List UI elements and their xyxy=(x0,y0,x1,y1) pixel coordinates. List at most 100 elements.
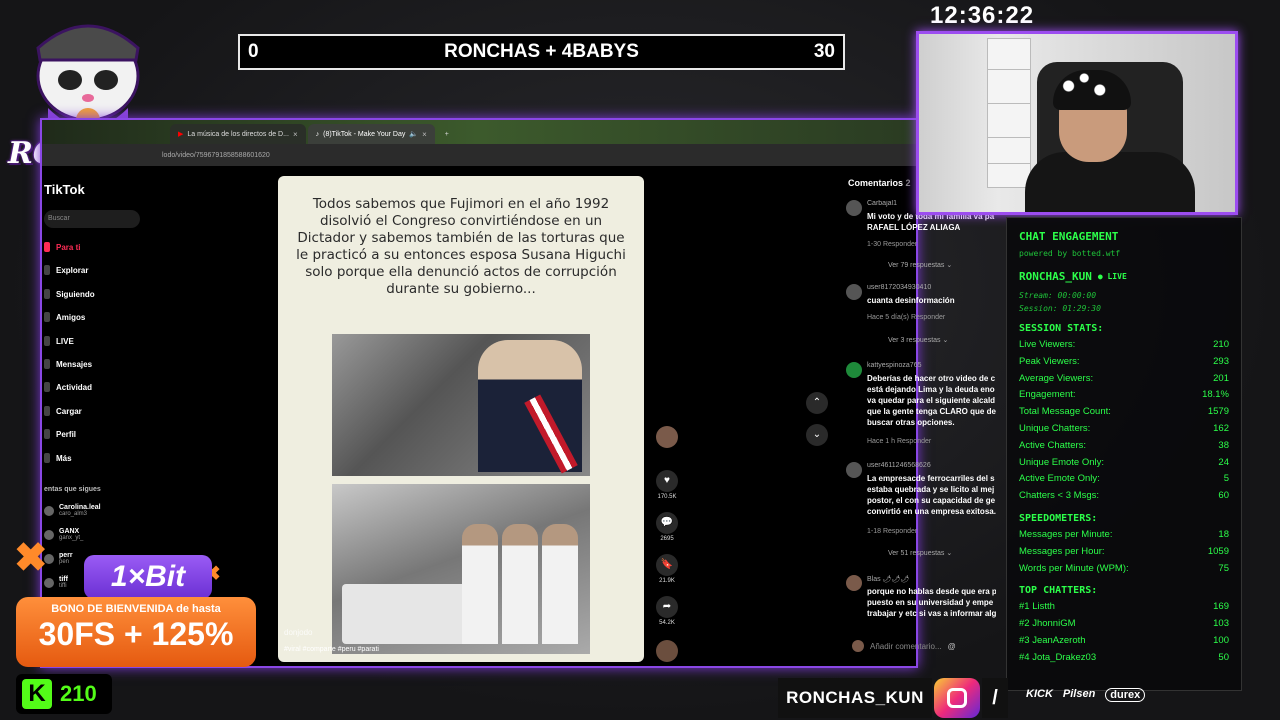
nav-amigos[interactable]: Amigos xyxy=(44,312,85,322)
nav-explorar[interactable]: Explorar xyxy=(44,265,88,275)
tab-label: La música de los directos de D... xyxy=(187,130,289,138)
following-item[interactable]: Carolina.leal caro_alm3 xyxy=(44,504,101,517)
nav-mas[interactable]: Más xyxy=(44,453,72,463)
share-button[interactable]: ➦ 54.2K xyxy=(654,596,680,626)
stat-value: 50 xyxy=(1218,651,1229,663)
video-username[interactable]: donjodo xyxy=(284,628,312,637)
pilsen-logo: Pilsen xyxy=(1062,688,1096,700)
stat-label: Unique Chatters: xyxy=(1019,422,1091,434)
creator-avatar[interactable] xyxy=(654,426,680,448)
photo-person xyxy=(462,524,498,644)
avatar xyxy=(852,640,864,652)
x-decoration-icon: ✖ xyxy=(14,536,48,580)
address-bar[interactable]: lodo/video/7596791858588601620 xyxy=(42,144,916,166)
channel-name: RONCHAS_KUN xyxy=(778,678,932,718)
avatar xyxy=(656,426,678,448)
save-button[interactable]: 🔖 21.9K xyxy=(654,554,680,584)
close-icon[interactable]: × xyxy=(293,130,298,139)
mention-icon[interactable]: @ xyxy=(948,642,956,651)
music-disc-icon xyxy=(656,640,678,662)
search-input[interactable]: Buscar xyxy=(44,210,140,228)
stat-value: 162 xyxy=(1213,422,1229,434)
comment-button[interactable]: 💬 2695 xyxy=(654,512,680,542)
stat-value: 1059 xyxy=(1207,545,1229,557)
stat-row: #3 JeanAzeroth 100 xyxy=(1019,633,1229,650)
like-button[interactable]: ♥ 170.5K xyxy=(654,470,680,500)
sponsor-brand: 1×Bit xyxy=(84,555,212,599)
avatar[interactable] xyxy=(846,284,862,300)
nav-perfil[interactable]: Perfil xyxy=(44,429,76,439)
avatar[interactable] xyxy=(846,462,862,478)
avatar[interactable] xyxy=(846,200,862,216)
stat-value: 1579 xyxy=(1207,406,1229,418)
tiktok-logo[interactable]: TikTok xyxy=(44,182,85,197)
chevron-down-icon: ⌄ xyxy=(812,429,822,440)
kick-icon: K xyxy=(22,679,52,709)
avatar[interactable] xyxy=(846,575,862,591)
nav-mensajes[interactable]: Mensajes xyxy=(44,359,92,369)
stat-row: Unique Emote Only: 24 xyxy=(1019,455,1229,472)
session-time: Session: 01:29:30 xyxy=(1019,304,1101,313)
viewer-count: 210 xyxy=(60,681,97,706)
score-title: RONCHAS + 4BABYS xyxy=(444,41,639,62)
chevron-up-icon: ⌃ xyxy=(812,397,822,408)
previous-video-button[interactable]: ⌃ xyxy=(806,392,828,414)
stat-label: #2 JhonniGM xyxy=(1019,618,1076,630)
video-player[interactable]: Todos sabemos que Fujimori en el año 199… xyxy=(278,176,644,662)
nav-live[interactable]: LIVE xyxy=(44,336,74,346)
stat-row: Messages per Hour: 1059 xyxy=(1019,544,1229,561)
more-icon xyxy=(44,453,50,463)
tab-bar: ▶ La música de los directos de D... × ♪ … xyxy=(42,120,916,144)
music-disc[interactable] xyxy=(654,640,680,662)
nav-para-ti[interactable]: Para ti xyxy=(44,242,80,252)
comments-header: Comentarios 2 xyxy=(848,178,911,188)
streamer-body xyxy=(1025,152,1195,212)
avatar xyxy=(44,505,54,516)
video-hashtags[interactable]: #viral #comparte #peru #parati xyxy=(284,646,379,653)
friends-icon xyxy=(44,312,50,322)
avatar[interactable] xyxy=(846,362,862,378)
home-icon xyxy=(44,242,50,252)
stat-value: 201 xyxy=(1213,372,1229,384)
webcam-feed xyxy=(916,31,1238,215)
upload-icon xyxy=(44,406,50,416)
stream-overlay: RONCHAS 0 RONCHAS + 4BABYS 30 12:36:22 ▶… xyxy=(0,0,1280,720)
new-tab-button[interactable]: + xyxy=(437,124,457,144)
stat-label: Messages per Minute: xyxy=(1019,528,1113,540)
stat-row: #4 Jota_Drakez03 50 xyxy=(1019,650,1229,667)
nav-siguiendo[interactable]: Siguiendo xyxy=(44,289,95,299)
stat-row: Engagement: 18.1% xyxy=(1019,387,1229,404)
bookmark-icon: 🔖 xyxy=(656,554,678,576)
stat-label: Words per Minute (WPM): xyxy=(1019,562,1129,574)
stat-value: 169 xyxy=(1213,601,1229,613)
comment-icon: 💬 xyxy=(656,512,678,534)
tab-music[interactable]: ▶ La música de los directos de D... × xyxy=(170,124,306,144)
stat-row: Messages per Minute: 18 xyxy=(1019,527,1229,544)
stat-label: Active Chatters: xyxy=(1019,439,1087,451)
nav-cargar[interactable]: Cargar xyxy=(44,406,82,416)
stat-label: Engagement: xyxy=(1019,389,1076,401)
stat-row: Live Viewers: 210 xyxy=(1019,337,1229,354)
stat-value: 103 xyxy=(1213,618,1229,630)
add-comment-input[interactable]: Añadir comentario... @ xyxy=(852,640,996,652)
stat-row: #1 Listth 169 xyxy=(1019,599,1229,616)
profile-icon xyxy=(44,429,50,439)
comments-list: Carbajal1 Mi voto y de toda mi familia v… xyxy=(846,200,996,660)
bonus-banner: BONO DE BIENVENIDA de hasta 30FS + 125% xyxy=(16,597,256,667)
stat-label: #4 Jota_Drakez03 xyxy=(1019,651,1097,663)
following-title: entas que sigues xyxy=(44,486,101,493)
close-icon[interactable]: × xyxy=(422,130,427,139)
stat-value: 18 xyxy=(1218,528,1229,540)
photo-person xyxy=(542,524,578,644)
live-badge: ● LIVE xyxy=(1097,272,1127,281)
stat-value: 24 xyxy=(1218,456,1229,468)
scoreboard: 0 RONCHAS + 4BABYS 30 xyxy=(238,34,845,70)
stat-label: #3 JeanAzeroth xyxy=(1019,634,1086,646)
panel-powered: powered by botted.wtf xyxy=(1019,249,1121,258)
share-icon: ➦ xyxy=(656,596,678,618)
tab-tiktok[interactable]: ♪ (8)TikTok - Make Your Day 🔈 × xyxy=(307,124,435,144)
nav-actividad[interactable]: Actividad xyxy=(44,382,92,392)
next-video-button[interactable]: ⌄ xyxy=(806,424,828,446)
stat-label: Average Viewers: xyxy=(1019,372,1094,384)
photo-person xyxy=(502,524,538,644)
